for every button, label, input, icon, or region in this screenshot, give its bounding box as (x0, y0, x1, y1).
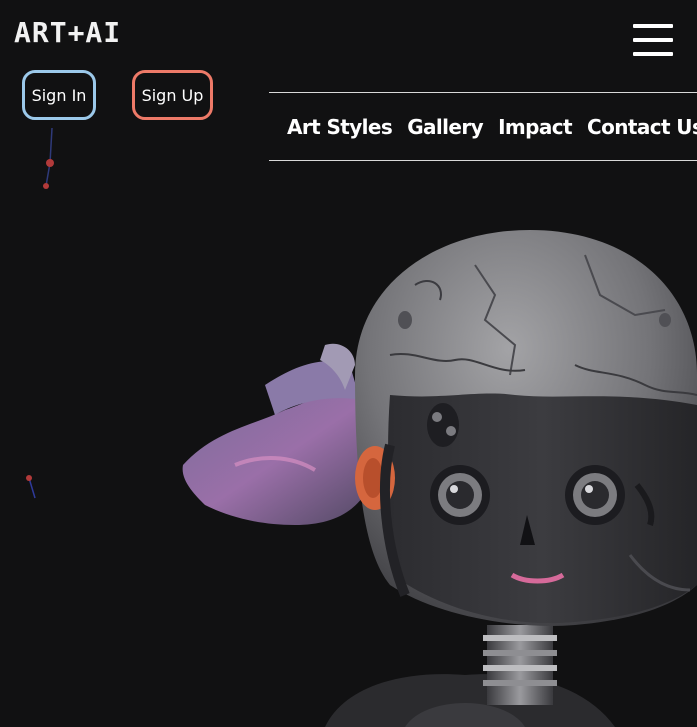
hamburger-menu-icon[interactable] (633, 24, 673, 56)
menu-bar-middle (633, 38, 673, 42)
robot-side-panel-left (182, 343, 379, 525)
particle-dot (43, 183, 49, 189)
particle-link (28, 477, 36, 499)
robot-head-illustration (182, 230, 697, 727)
main-nav: Art Styles Gallery Impact Contact Us (269, 92, 697, 161)
robot-eye-right (565, 465, 625, 525)
menu-bar-bottom (633, 52, 673, 56)
nav-link-gallery[interactable]: Gallery (407, 115, 483, 139)
nav-link-impact[interactable]: Impact (498, 115, 573, 139)
sign-in-button[interactable]: Sign In (22, 70, 96, 120)
particle-link (49, 127, 53, 164)
particle-link (45, 162, 51, 187)
robot-sensor-cluster (427, 403, 459, 447)
page: ART+AI Sign In Sign Up Art Styles Galler… (0, 0, 697, 727)
site-logo[interactable]: ART+AI (14, 18, 121, 48)
robot-head (355, 230, 697, 626)
robot-shoulders (325, 674, 615, 727)
robot-neck (483, 625, 557, 705)
particle-dot (26, 475, 32, 481)
nav-link-contact-us[interactable]: Contact Us (587, 115, 697, 139)
nav-link-art-styles[interactable]: Art Styles (287, 115, 393, 139)
sign-up-button[interactable]: Sign Up (132, 70, 213, 120)
robot-eye-left (430, 465, 490, 525)
menu-bar-top (633, 24, 673, 28)
particle-dot (46, 159, 54, 167)
